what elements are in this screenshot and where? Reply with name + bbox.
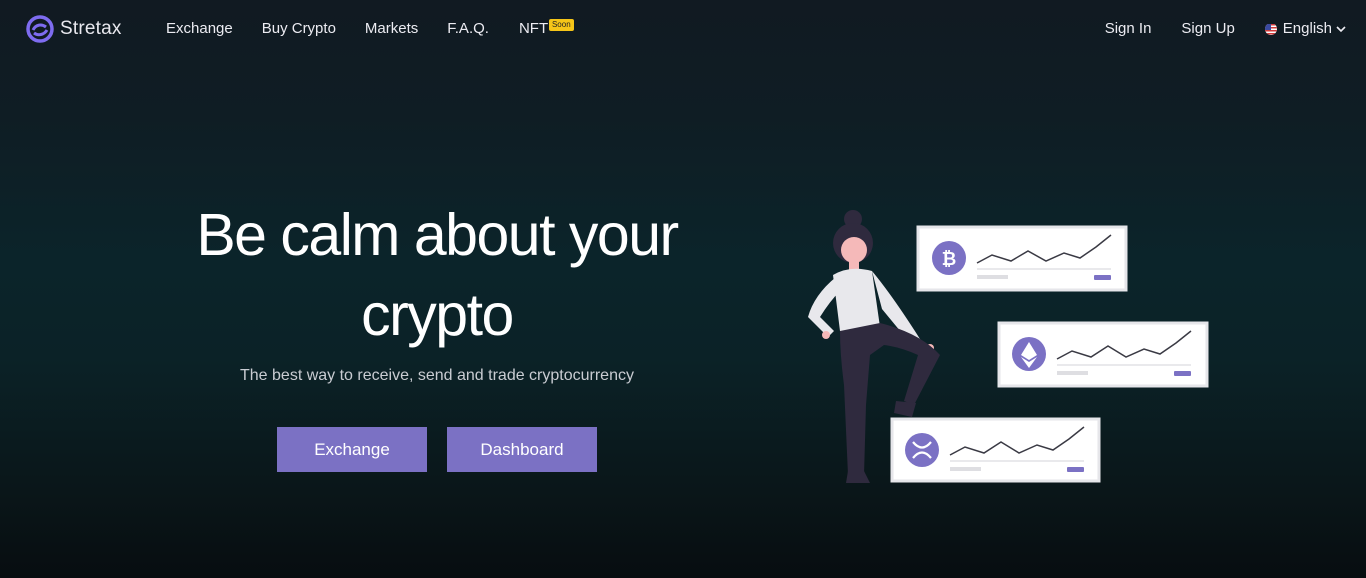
language-selector[interactable]: English [1264, 20, 1346, 37]
ethereum-card [997, 321, 1209, 388]
nav-link-buy-crypto[interactable]: Buy Crypto [262, 20, 336, 37]
bitcoin-card: ₿ [916, 225, 1128, 292]
sign-in-link[interactable]: Sign In [1105, 20, 1152, 37]
dashboard-button[interactable]: Dashboard [447, 427, 597, 472]
exchange-button[interactable]: Exchange [277, 427, 427, 472]
ripple-icon [905, 433, 939, 467]
ripple-card [890, 417, 1101, 483]
nav-link-faq[interactable]: F.A.Q. [447, 20, 489, 37]
svg-text:₿: ₿ [942, 249, 957, 270]
nav-right: Sign In Sign Up English [1105, 20, 1346, 37]
nav-link-exchange[interactable]: Exchange [166, 20, 233, 37]
hero-title: Be calm about your crypto [196, 202, 679, 348]
nav-link-markets[interactable]: Markets [365, 20, 418, 37]
top-navbar: Stretax Exchange Buy Crypto Markets F.A.… [0, 0, 1366, 60]
hero-illustration: ₿ [808, 210, 1209, 483]
brand-name: Stretax [60, 18, 122, 39]
stretax-logo-icon [26, 15, 54, 43]
main-nav: Exchange Buy Crypto Markets F.A.Q. NFT S… [166, 19, 577, 37]
language-label: English [1282, 20, 1332, 37]
hero-subtitle: The best way to receive, send and trade … [240, 367, 634, 384]
chevron-down-icon [1336, 20, 1346, 37]
us-flag-icon [1264, 23, 1277, 35]
sign-up-link[interactable]: Sign Up [1181, 20, 1234, 37]
brand-logo[interactable]: Stretax [26, 15, 122, 43]
nav-link-nft[interactable]: NFT Soon [518, 19, 574, 37]
nav-link-nft-label: NFT [518, 20, 549, 37]
soon-badge: Soon [548, 19, 574, 31]
